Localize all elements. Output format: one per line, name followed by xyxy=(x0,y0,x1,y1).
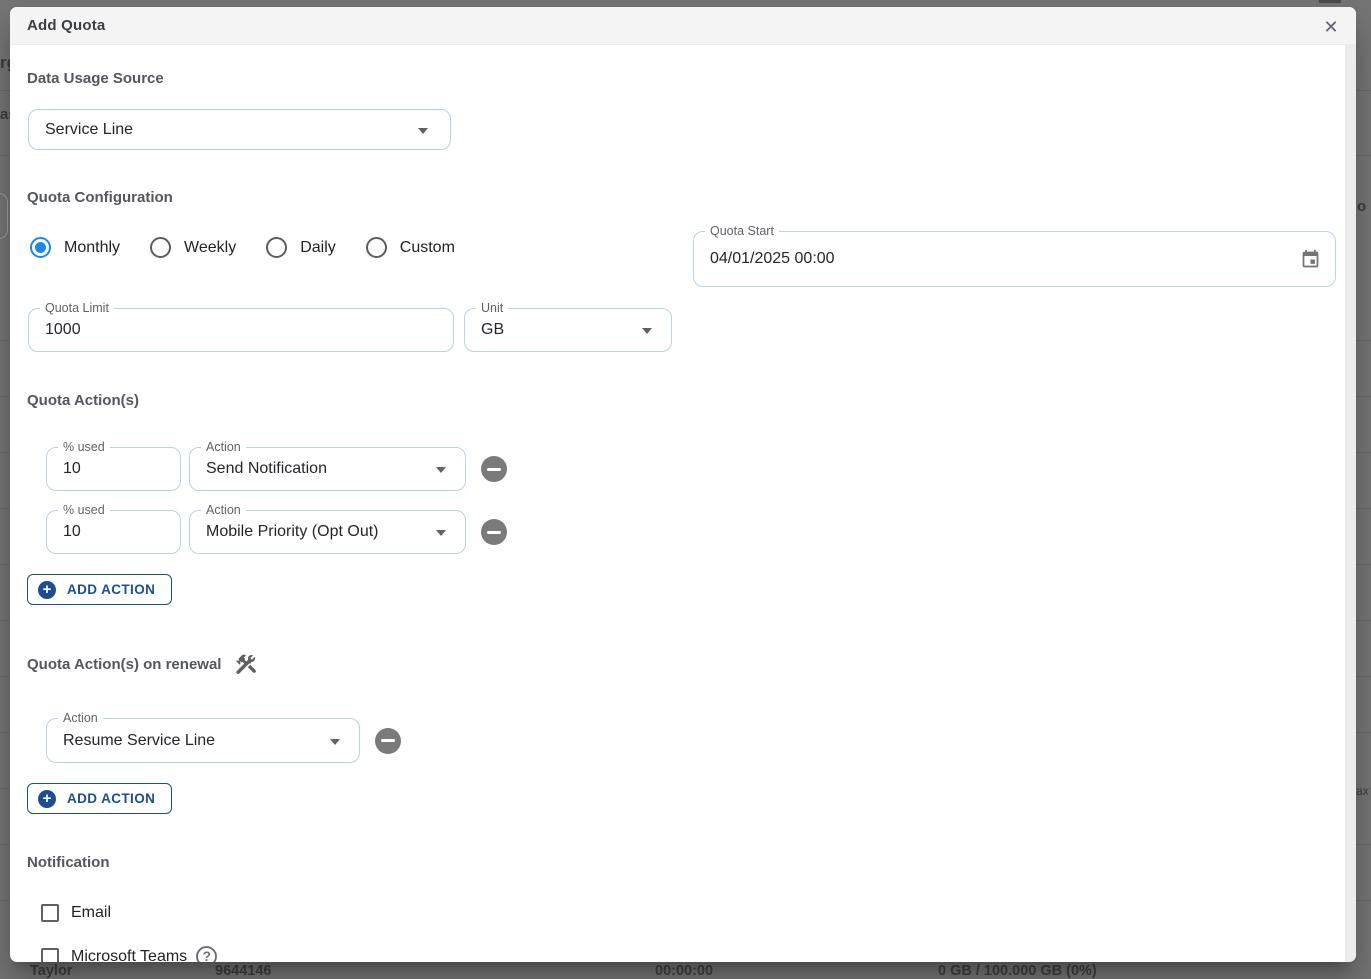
unit-value: GB xyxy=(481,309,504,351)
percent-used-field: % used xyxy=(46,447,181,491)
action-select[interactable]: Action Resume Service Line xyxy=(46,718,360,763)
quota-start-field: Quota Start xyxy=(693,231,1336,287)
radio-option-custom[interactable]: Custom xyxy=(366,237,455,258)
radio-icon xyxy=(30,237,51,258)
table-cell: 00:00:00 xyxy=(655,963,713,979)
action-value: Mobile Priority (Opt Out) xyxy=(206,511,378,553)
microsoft-teams-checkbox-row[interactable]: Microsoft Teams ? xyxy=(41,946,217,962)
chevron-down-icon xyxy=(642,328,652,334)
unit-select[interactable]: Unit GB xyxy=(464,308,672,352)
background-text-fragment: o xyxy=(1357,198,1366,215)
renewal-action-row: Action Resume Service Line xyxy=(46,718,401,763)
data-usage-source-select[interactable]: Service Line xyxy=(28,109,451,150)
quota-actions-renewal-label: Quota Action(s) on renewal xyxy=(27,652,258,676)
data-usage-source-value: Service Line xyxy=(45,110,133,149)
background-text-fragment: ax xyxy=(1356,784,1369,798)
radio-option-monthly[interactable]: Monthly xyxy=(30,237,120,258)
percent-used-field: % used xyxy=(46,510,181,554)
checkbox-icon[interactable] xyxy=(41,904,59,922)
plus-icon: + xyxy=(38,790,56,808)
quota-period-radio-group: Monthly Weekly Daily Custom xyxy=(30,237,455,258)
table-cell: 0 GB / 100.000 GB (0%) xyxy=(938,963,1097,979)
email-checkbox-row[interactable]: Email xyxy=(41,904,111,922)
add-quota-dialog: Add Quota ✕ Data Usage Source Service Li… xyxy=(10,7,1356,962)
table-cell: Taylor xyxy=(30,963,72,979)
quota-start-input[interactable] xyxy=(694,232,1335,286)
radio-label: Weekly xyxy=(184,239,236,257)
remove-action-button[interactable] xyxy=(481,519,507,545)
radio-icon xyxy=(266,237,287,258)
radio-icon xyxy=(150,237,171,258)
chevron-down-icon xyxy=(436,467,446,473)
quota-actions-renewal-text: Quota Action(s) on renewal xyxy=(27,656,221,673)
quota-limit-field: Quota Limit xyxy=(28,308,454,352)
percent-used-input[interactable] xyxy=(47,448,180,490)
action-value: Resume Service Line xyxy=(63,719,215,762)
construction-icon xyxy=(234,652,258,676)
data-usage-source-label: Data Usage Source xyxy=(27,70,164,87)
help-icon[interactable]: ? xyxy=(196,946,217,962)
background-table-row: Taylor 9644146 00:00:00 0 GB / 100.000 G… xyxy=(0,962,1371,975)
dialog-scrollbar[interactable] xyxy=(1345,45,1356,962)
background-fragment xyxy=(1319,0,1341,3)
action-select[interactable]: Action Mobile Priority (Opt Out) xyxy=(189,510,466,554)
radio-label: Monthly xyxy=(64,239,120,257)
radio-option-weekly[interactable]: Weekly xyxy=(150,237,236,258)
remove-action-button[interactable] xyxy=(481,456,507,482)
plus-icon: + xyxy=(38,581,56,599)
chevron-down-icon xyxy=(418,128,428,134)
calendar-icon[interactable] xyxy=(1300,249,1321,270)
quota-action-row: % used Action Send Notification xyxy=(46,447,507,491)
quota-action-row: % used Action Mobile Priority (Opt Out) xyxy=(46,510,507,554)
quota-limit-input[interactable] xyxy=(29,309,453,351)
action-value: Send Notification xyxy=(206,448,327,490)
chevron-down-icon xyxy=(330,739,340,745)
remove-action-button[interactable] xyxy=(375,728,401,754)
add-action-label: ADD ACTION xyxy=(67,582,155,597)
add-renewal-action-button[interactable]: + ADD ACTION xyxy=(27,783,172,814)
percent-used-input[interactable] xyxy=(47,511,180,553)
add-action-label: ADD ACTION xyxy=(67,791,155,806)
background-field-fragment xyxy=(0,193,8,239)
checkbox-icon[interactable] xyxy=(41,948,59,963)
radio-label: Daily xyxy=(300,239,336,257)
radio-icon xyxy=(366,237,387,258)
table-cell: 9644146 xyxy=(215,963,271,979)
close-button[interactable]: ✕ xyxy=(1319,15,1343,39)
dialog-header: Add Quota xyxy=(10,7,1356,45)
dialog-title: Add Quota xyxy=(27,17,105,34)
checkbox-label: Microsoft Teams xyxy=(71,948,187,963)
checkbox-label: Email xyxy=(71,904,111,922)
add-action-button[interactable]: + ADD ACTION xyxy=(27,574,172,605)
chevron-down-icon xyxy=(436,530,446,536)
radio-option-daily[interactable]: Daily xyxy=(266,237,336,258)
radio-label: Custom xyxy=(400,239,455,257)
quota-configuration-label: Quota Configuration xyxy=(27,189,173,206)
notification-label: Notification xyxy=(27,854,110,871)
quota-actions-label: Quota Action(s) xyxy=(27,392,139,409)
action-select[interactable]: Action Send Notification xyxy=(189,447,466,491)
